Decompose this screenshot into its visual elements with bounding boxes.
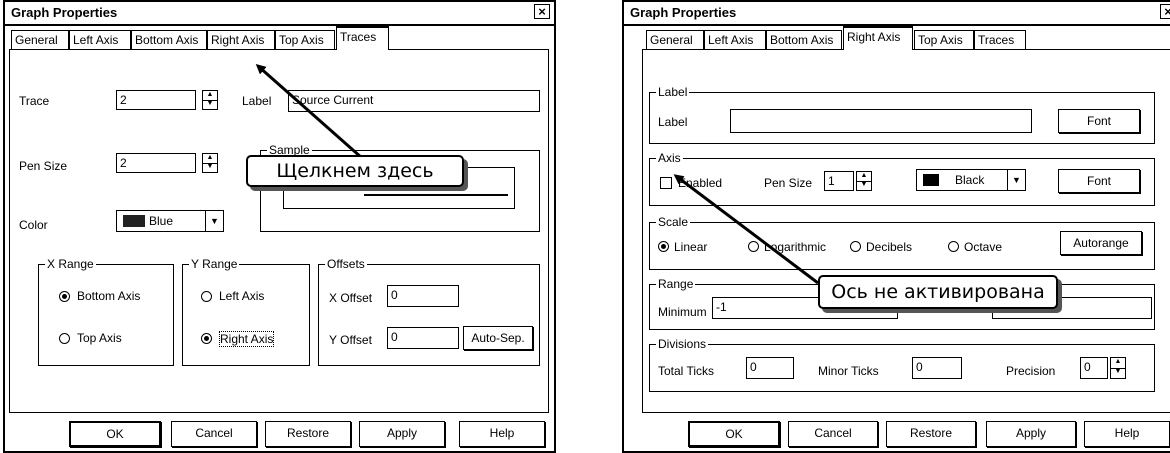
tab-traces[interactable]: Traces (336, 26, 389, 50)
annotation-arrows (255, 64, 819, 285)
arrow-to-enabled-checkbox (673, 174, 819, 285)
callout-click-here: Щелкнем здесь (246, 155, 464, 187)
arrow-to-right-axis-tab (255, 64, 363, 160)
callout-axis-inactive: Ось не активирована (818, 275, 1058, 309)
tab-right-axis[interactable]: Right Axis (843, 26, 913, 50)
